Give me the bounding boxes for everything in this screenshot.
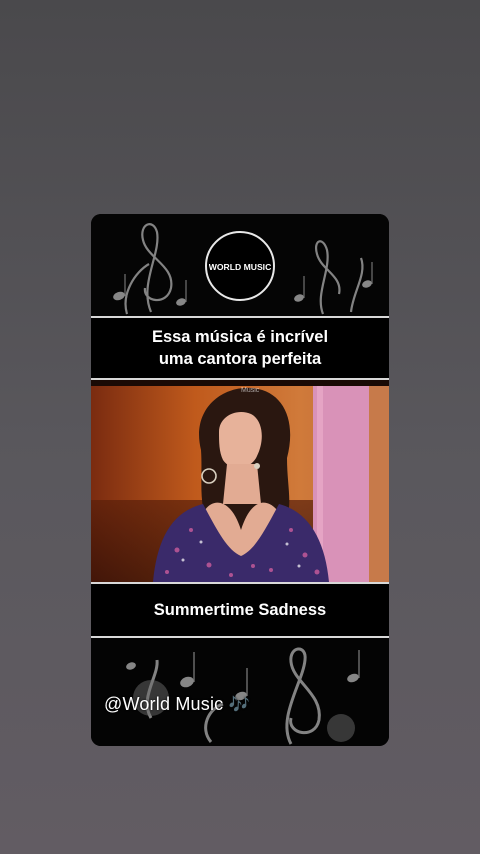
caption-box: Essa música é incrível uma cantora perfe… (91, 318, 389, 378)
header-band: WORLD MUSIC (91, 214, 389, 316)
footer-band: @World Music 🎶 (91, 638, 389, 746)
video-still: Music (91, 380, 389, 582)
account-handle[interactable]: @World Music 🎶 (104, 694, 250, 715)
song-title-box: Summertime Sadness (91, 584, 389, 636)
video-frame[interactable]: Music (91, 380, 389, 582)
story-card[interactable]: WORLD MUSIC Essa música é incrível uma c… (91, 214, 389, 746)
world-music-logo-icon: WORLD MUSIC (209, 262, 271, 272)
caption-line-1: Essa música é incrível (151, 328, 329, 346)
song-title: Summertime Sadness (153, 600, 327, 619)
account-handle-text: @World Music (104, 694, 224, 714)
video-watermark: Music (241, 387, 260, 394)
svg-text:WORLD MUSIC: WORLD MUSIC (209, 262, 271, 272)
caption-line-2: uma cantora perfeita (158, 350, 322, 368)
world-music-logo[interactable]: WORLD MUSIC (205, 231, 275, 301)
music-note-icon: 🎶 (228, 695, 250, 714)
music-notes-decoration-bottom (126, 647, 360, 745)
